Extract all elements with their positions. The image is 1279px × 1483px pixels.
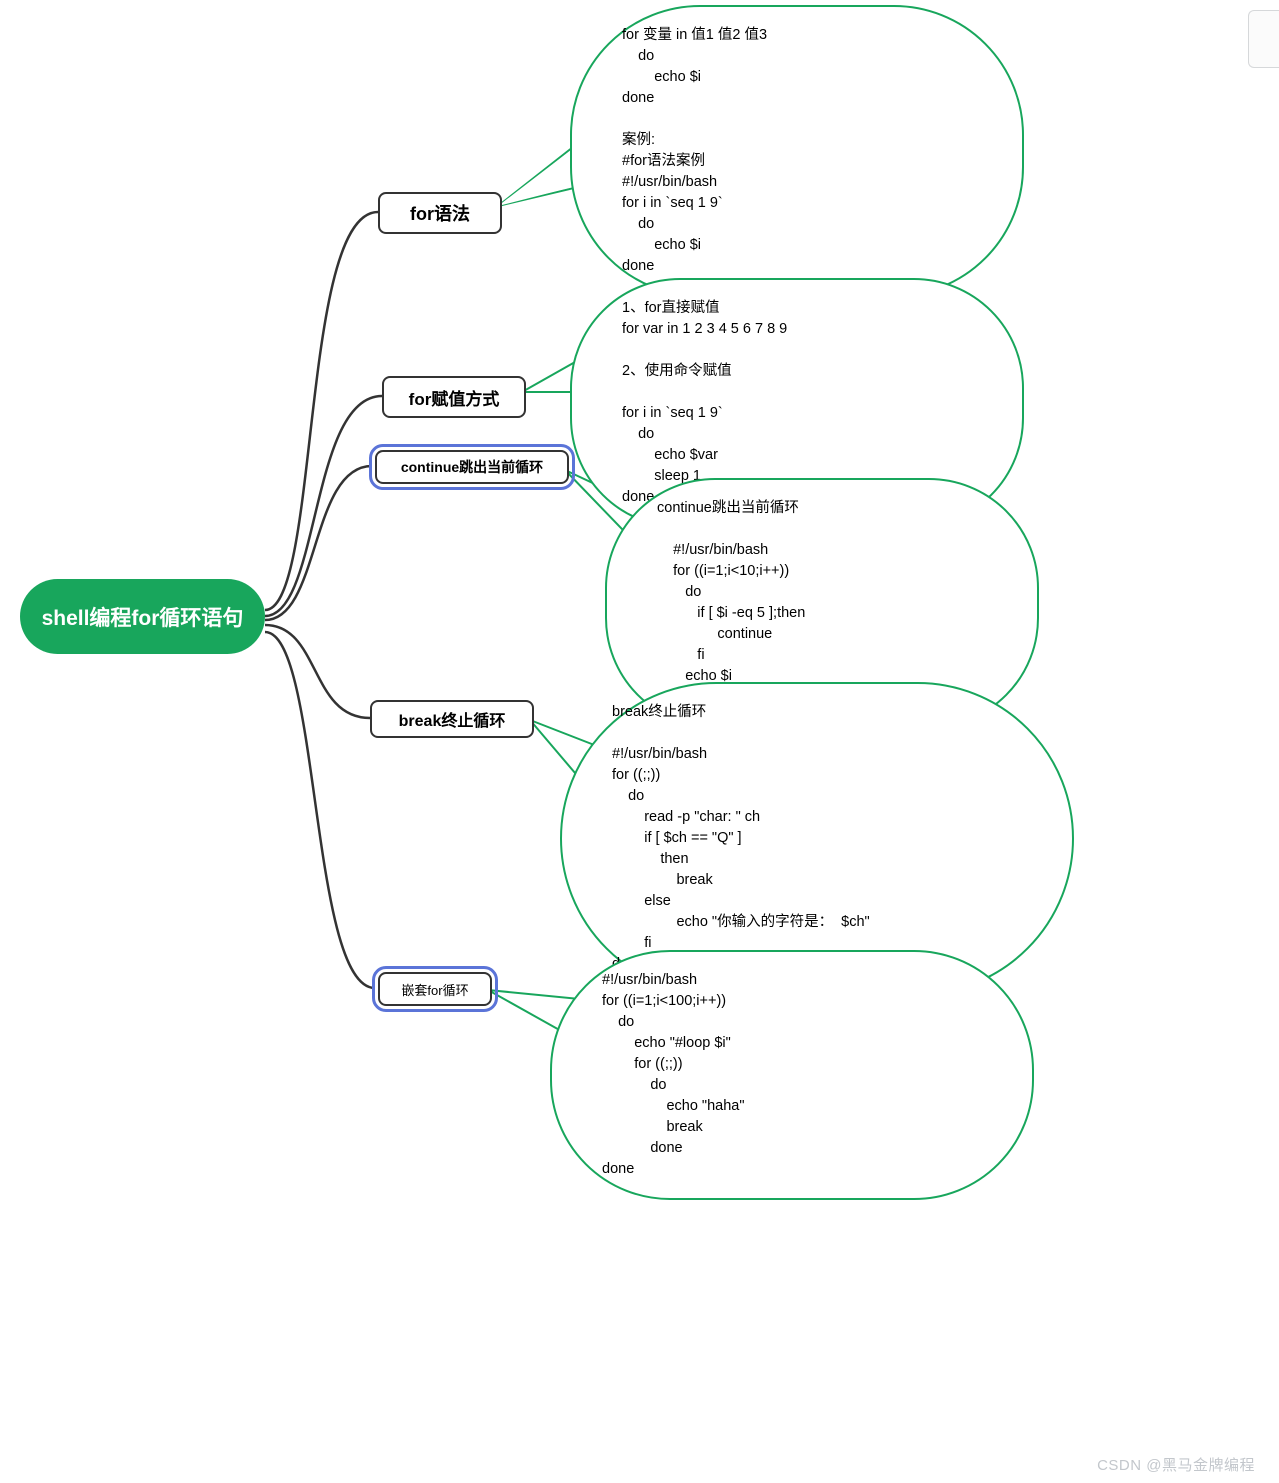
node-for-syntax[interactable]: for语法	[378, 192, 502, 234]
node-label: 嵌套for循环	[401, 980, 468, 999]
node-label: continue跳出当前循环	[401, 457, 543, 477]
root-node[interactable]: shell编程for循环语句	[20, 579, 265, 654]
bubble-text: continue跳出当前循环 #!/usr/bin/bash for ((i=1…	[657, 500, 805, 705]
bubble-text: break终止循环 #!/usr/bin/bash for ((;;)) do …	[612, 704, 870, 972]
bubble-text: for 变量 in 值1 值2 值3 do echo $i done 案例: #…	[622, 27, 767, 274]
node-label: for赋值方式	[409, 385, 500, 410]
node-for-assign[interactable]: for赋值方式	[382, 376, 526, 418]
bubble-break: break终止循环 #!/usr/bin/bash for ((;;)) do …	[560, 682, 1074, 995]
mindmap-canvas: { "root": "shell编程for循环语句", "nodes": { "…	[0, 0, 1279, 1483]
node-label: break终止循环	[399, 707, 506, 731]
node-continue[interactable]: continue跳出当前循环	[375, 450, 569, 484]
root-label: shell编程for循环语句	[42, 602, 244, 632]
bubble-for-syntax: for 变量 in 值1 值2 值3 do echo $i done 案例: #…	[570, 5, 1024, 297]
bubble-text: #!/usr/bin/bash for ((i=1;i<100;i++)) do…	[602, 972, 744, 1177]
node-nested-for[interactable]: 嵌套for循环	[378, 972, 492, 1006]
watermark: CSDN @黑马金牌编程	[1097, 1454, 1255, 1475]
page-edge-tab	[1248, 10, 1279, 68]
node-break[interactable]: break终止循环	[370, 700, 534, 738]
bubble-nested-for: #!/usr/bin/bash for ((i=1;i<100;i++)) do…	[550, 950, 1034, 1200]
bubble-text: 1、for直接赋值 for var in 1 2 3 4 5 6 7 8 9 2…	[622, 300, 787, 505]
node-label: for语法	[410, 200, 470, 226]
